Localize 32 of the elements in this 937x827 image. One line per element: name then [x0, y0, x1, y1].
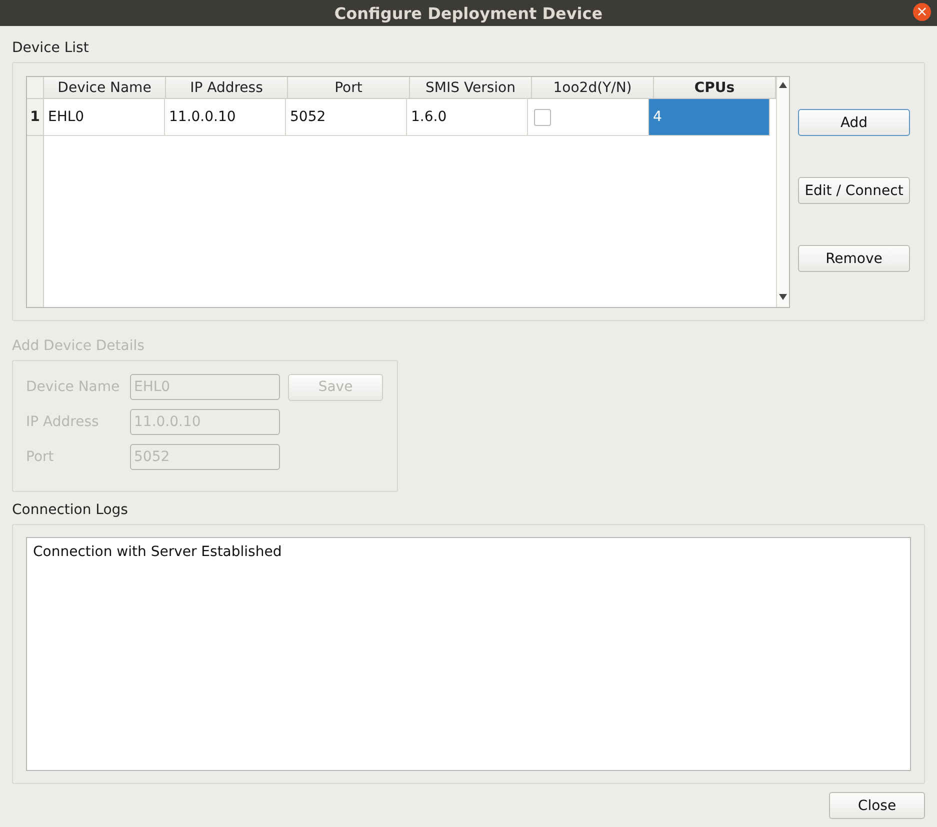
corner-header — [27, 77, 44, 99]
close-button[interactable]: × — [913, 3, 931, 21]
column-header[interactable]: IP Address — [166, 77, 288, 99]
table-cell[interactable]: 4 — [649, 99, 770, 136]
column-header[interactable]: Port — [288, 77, 410, 99]
table-cell[interactable]: 5052 — [286, 99, 407, 136]
action-button[interactable]: Remove — [798, 245, 910, 272]
table-cell[interactable]: 11.0.0.10 — [165, 99, 286, 136]
column-header[interactable]: SMIS Version — [410, 77, 532, 99]
group-title: Device List — [12, 40, 90, 56]
scroll-up-icon[interactable] — [779, 82, 787, 88]
log-line: Connection with Server Established — [33, 544, 283, 560]
checkbox[interactable] — [534, 108, 551, 126]
field-label: Device Name — [26, 379, 121, 395]
column-header[interactable]: Device Name — [44, 77, 166, 99]
group-title: Connection Logs — [12, 502, 129, 518]
row-header[interactable]: 1 — [27, 99, 44, 136]
field-label: Port — [26, 449, 55, 465]
column-header[interactable]: CPUs — [654, 77, 776, 99]
log-area[interactable]: Connection with Server Established — [26, 537, 911, 771]
field-label: IP Address — [26, 414, 100, 430]
table-cell[interactable] — [528, 99, 649, 136]
table-cell[interactable]: EHL0 — [44, 99, 165, 136]
table-cell[interactable]: 1.6.0 — [407, 99, 528, 136]
action-button[interactable]: Add — [798, 109, 910, 136]
action-button[interactable]: Edit / Connect — [798, 177, 910, 204]
window-title: Configure Deployment Device — [334, 4, 603, 22]
group-title: Add Device Details — [12, 338, 146, 354]
scrollbar[interactable] — [776, 77, 789, 307]
scroll-down-icon[interactable] — [779, 294, 787, 300]
close-button[interactable]: Close — [829, 792, 925, 819]
column-header[interactable]: 1oo2d(Y/N) — [532, 77, 654, 99]
